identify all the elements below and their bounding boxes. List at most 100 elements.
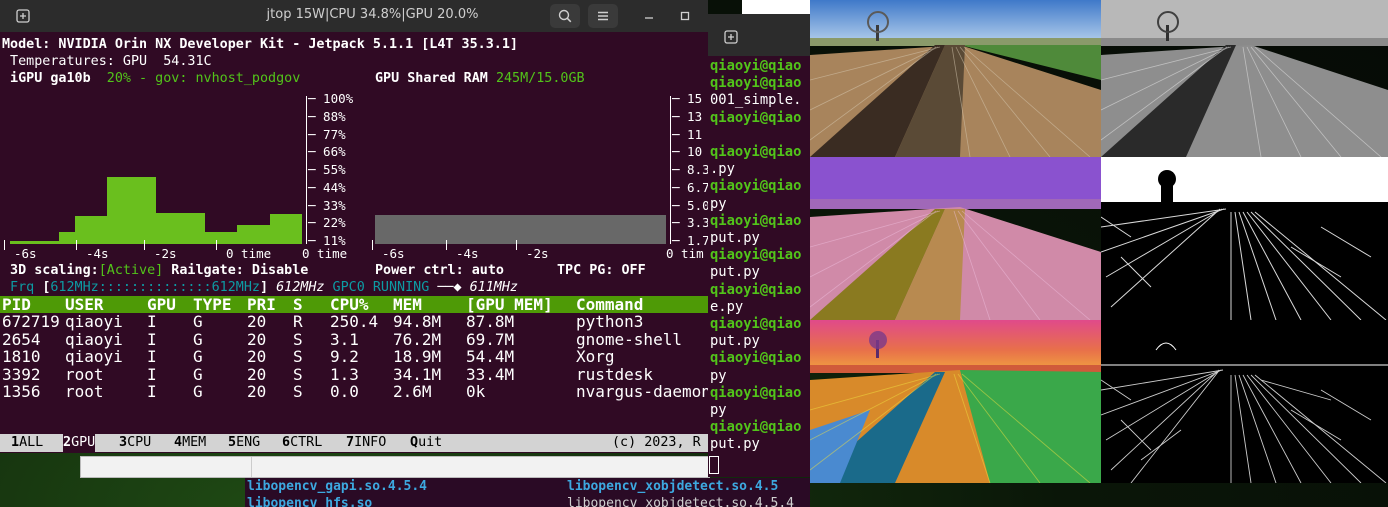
table-row[interactable]: 1810 qiaoyi I G 20 S 9.2 18.9M 54.4M Xorg: [0, 347, 708, 367]
menu-tab-eng[interactable]: 5ENG: [228, 434, 260, 452]
bg-terminal-line: libopencv_xobjdetect.so.4.5.4: [567, 496, 794, 507]
x-tick-label: -2s: [526, 246, 549, 261]
table-cell: rustdesk: [576, 364, 654, 384]
menu-tab-ctrl[interactable]: 6CTRL: [282, 434, 322, 452]
new-tab-icon: [16, 9, 30, 23]
terminal-prompt: qiaoyi@qiao: [710, 75, 802, 92]
x-tick-label: -2s: [154, 246, 177, 261]
table-row[interactable]: 1356 root I G 20 S 0.0 2.6M 0k nvargus-daemon: [0, 381, 708, 401]
shared-ram-label: GPU Shared RAM: [375, 71, 488, 86]
new-tab-button[interactable]: [718, 25, 744, 49]
y-tick-label: ─ 100%: [308, 91, 354, 106]
column-header[interactable]: GPU: [147, 296, 176, 314]
table-cell: I: [147, 364, 157, 384]
column-header[interactable]: Command: [576, 296, 643, 314]
text-cursor: [709, 456, 719, 474]
process-table-header[interactable]: PID USER GPU TYPE PRI S CPU% MEM [GPU MEM] Comman…: [0, 296, 708, 313]
window-edge: [742, 0, 810, 14]
gpu-ram-area: [375, 214, 666, 244]
terminal-output-line: e.py: [710, 298, 744, 315]
table-cell: 69.7M: [466, 329, 515, 349]
table-cell: I: [147, 329, 157, 349]
gpu-load-bar: [91, 215, 108, 244]
column-header[interactable]: TYPE: [193, 296, 232, 314]
column-header[interactable]: S: [293, 296, 303, 314]
table-row[interactable]: 3392 root I G 20 S 1.3 34.1M 33.4M rustdesk: [0, 364, 708, 384]
menu-button[interactable]: [588, 4, 618, 28]
terminal-output-line: .py: [710, 161, 735, 178]
terminal-output-line: put.py: [710, 333, 760, 350]
tpc-pg: TPC PG: OFF: [557, 262, 646, 279]
threshold-photo: [1101, 157, 1388, 320]
terminal-prompt: qiaoyi@qiao: [710, 419, 802, 436]
gpu-load-bar: [156, 212, 173, 244]
search-button[interactable]: [550, 4, 580, 28]
terminal-prompt: qiaoyi@qiao: [710, 58, 802, 74]
grayscale-image: [1101, 0, 1388, 157]
column-header[interactable]: CPU%: [330, 296, 369, 314]
threshold-image: [1101, 157, 1388, 320]
gpu-load-bar: [172, 212, 189, 244]
column-header[interactable]: PID: [2, 296, 31, 314]
menu-tab-info[interactable]: 7INFO: [346, 434, 386, 452]
column-header[interactable]: [GPU MEM]: [466, 296, 553, 314]
column-header[interactable]: USER: [65, 296, 104, 314]
y-tick-label: ─ 5.0: [672, 197, 708, 213]
menu-tab-all[interactable]: 1ALL: [11, 434, 43, 452]
table-cell: I: [147, 381, 157, 401]
hamburger-icon: [598, 11, 608, 21]
gpu-load-bar: [107, 177, 125, 244]
table-row[interactable]: 672719 qiaoyi I G 20 R 250.4 94.8M 87.8M python3: [0, 312, 708, 332]
gpu-load-bar: [123, 177, 141, 244]
field-photo: [810, 0, 1101, 157]
minimize-button[interactable]: [634, 4, 664, 28]
table-cell: 2654: [2, 329, 41, 349]
table-cell: python3: [576, 312, 644, 332]
igpu-label: iGPU ga10b: [2, 71, 91, 86]
x-tick-label: -6s: [382, 246, 405, 261]
menu-tab-cpu[interactable]: 3CPU: [119, 434, 151, 452]
y-tick-label: ─ 66%: [308, 144, 346, 160]
table-cell: 33.4M: [466, 364, 515, 384]
menu-tab-gpu[interactable]: 2GPU: [63, 434, 96, 452]
jtop-window: jtop 15W|CPU 34.8%|GPU 20.0% Model: NVID…: [0, 0, 708, 453]
menu-tab-uit[interactable]: Quit: [410, 434, 442, 452]
menu-tab-mem[interactable]: 4MEM: [174, 434, 206, 452]
gpc-freq: 611MHz: [469, 280, 518, 295]
x-tick-mark: [446, 240, 447, 250]
title-bar: [708, 14, 810, 56]
table-cell: I: [147, 312, 157, 332]
y-tick-label: ─ 88%: [308, 108, 346, 124]
table-cell: root: [65, 381, 104, 401]
gpu-ram-graph: ─ 15 ─ 13 ─ 11 ─ 10 ─ 8.3 ─ 6.7 ─ 5.0 ─ 3.3 ─ 1.…: [372, 88, 708, 262]
gpu-load-bar: [188, 212, 206, 244]
bottom-menu-bar: 1ALL 2GPU 3CPU 4MEM 5ENG 6CTRL 7INFO Quit (c) 20…: [0, 434, 708, 452]
maximize-icon: [680, 11, 690, 21]
maximize-button[interactable]: [670, 4, 700, 28]
gpu-load-bar: [285, 214, 303, 244]
table-cell: G: [193, 364, 203, 384]
y-tick-label: ─ 22%: [308, 215, 346, 231]
igpu-line: iGPU ga10b 20% - gov: nvhost_podgov: [2, 70, 300, 87]
table-cell: nvargus-daemon: [576, 381, 708, 401]
bg-terminal-line: libopencv_gapi.so.4.5.4: [247, 479, 428, 494]
table-cell: S: [293, 347, 303, 367]
column-header[interactable]: PRI: [247, 296, 276, 314]
gpu-load-bar: [269, 214, 287, 244]
table-cell: Xorg: [576, 347, 615, 367]
table-cell: 3392: [2, 364, 41, 384]
table-cell: S: [293, 381, 303, 401]
table-row[interactable]: 2654 qiaoyi I G 20 S 3.1 76.2M 69.7M gnome-shell: [0, 329, 708, 349]
igpu-status: 20% - gov: nvhost_podgov: [90, 71, 301, 86]
table-cell: G: [193, 381, 203, 401]
terminal-prompt: qiaoyi@qiao: [710, 281, 802, 298]
freq-label: Frq: [2, 280, 43, 295]
menu-tab-key: 4: [174, 435, 183, 450]
new-tab-button[interactable]: [8, 4, 38, 28]
background-input-field[interactable]: [80, 456, 710, 478]
column-header[interactable]: MEM: [393, 296, 422, 314]
menu-tab-key: 5: [228, 435, 237, 450]
table-cell: 0k: [466, 381, 486, 401]
table-cell: R: [293, 312, 303, 332]
scaling-line: 3D scaling:[Active] Railgate: Disable: [2, 262, 308, 279]
